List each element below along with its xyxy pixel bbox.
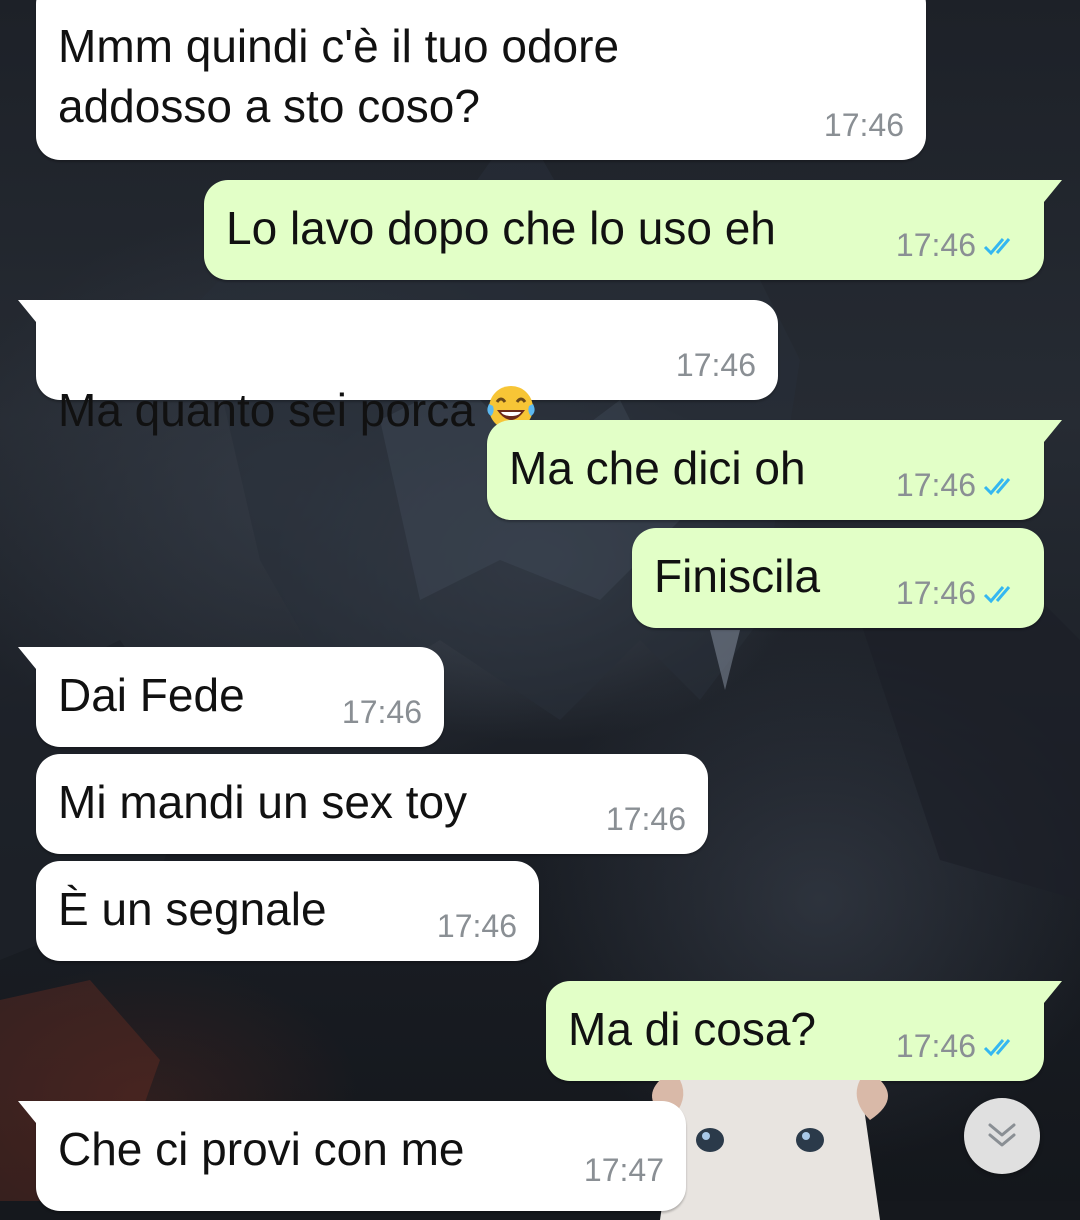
message-time: 17:46 (895, 1028, 976, 1064)
message-time: 17:46 (341, 694, 422, 730)
message-text: Ma quanto sei porca (58, 384, 475, 436)
message-meta: 17:46 (896, 1028, 1022, 1065)
read-receipt-icon (983, 1038, 1011, 1056)
message-text: Mmm quindi c'è il tuo odore addosso a st… (58, 20, 620, 132)
message-meta: 17:47 (584, 1152, 664, 1189)
message-text: Dai Fede (58, 669, 245, 721)
message-time: 17:46 (823, 107, 904, 143)
message-meta: 17:46 (896, 467, 1022, 504)
message-meta: 17:46 (676, 347, 756, 384)
message-bubble-incoming[interactable]: Mi mandi un sex toy 17:46 (36, 754, 708, 854)
message-bubble-incoming[interactable]: È un segnale 17:46 (36, 861, 539, 961)
message-text: Finiscila (654, 550, 821, 602)
message-meta: 17:46 (896, 575, 1022, 612)
read-receipt-icon (983, 477, 1011, 495)
message-bubble-outgoing[interactable]: Ma di cosa? 17:46 (546, 981, 1062, 1081)
message-bubble-incoming[interactable]: Che ci provi con me 17:47 (18, 1101, 686, 1211)
message-bubble-incoming[interactable]: Mmm quindi c'è il tuo odore addosso a st… (36, 0, 926, 160)
message-meta: 17:46 (437, 908, 517, 945)
message-text: Lo lavo dopo che lo uso eh (226, 202, 776, 254)
message-bubble-outgoing[interactable]: Finiscila 17:46 (632, 528, 1044, 628)
message-time: 17:46 (895, 467, 976, 503)
message-meta: 17:46 (896, 227, 1022, 264)
message-text: Ma che dici oh (509, 442, 806, 494)
message-time: 17:46 (895, 227, 976, 263)
message-time: 17:46 (895, 575, 976, 611)
message-text: Mi mandi un sex toy (58, 776, 468, 828)
message-text: È un segnale (58, 883, 327, 935)
message-bubble-outgoing[interactable]: Lo lavo dopo che lo uso eh 17:46 (204, 180, 1062, 280)
message-time: 17:47 (583, 1152, 664, 1188)
scroll-to-bottom-button[interactable] (964, 1098, 1040, 1174)
message-meta: 17:46 (606, 801, 686, 838)
read-receipt-icon (983, 585, 1011, 603)
message-text-row: Ma quanto sei porca (58, 318, 539, 440)
message-time: 17:46 (436, 908, 517, 944)
message-time: 17:46 (605, 801, 686, 837)
message-time: 17:46 (675, 347, 756, 383)
read-receipt-icon (983, 237, 1011, 255)
message-bubble-incoming[interactable]: Dai Fede 17:46 (18, 647, 444, 747)
message-text: Che ci provi con me (58, 1123, 465, 1175)
double-chevron-down-icon (988, 1123, 1016, 1147)
message-bubble-incoming[interactable]: Ma quanto sei porca 17:46 (18, 300, 778, 436)
message-meta: 17:46 (824, 107, 904, 144)
message-text: Ma di cosa? (568, 1003, 817, 1055)
message-meta: 17:46 (342, 694, 422, 731)
message-bubble-outgoing[interactable]: Ma che dici oh 17:46 (487, 420, 1062, 520)
